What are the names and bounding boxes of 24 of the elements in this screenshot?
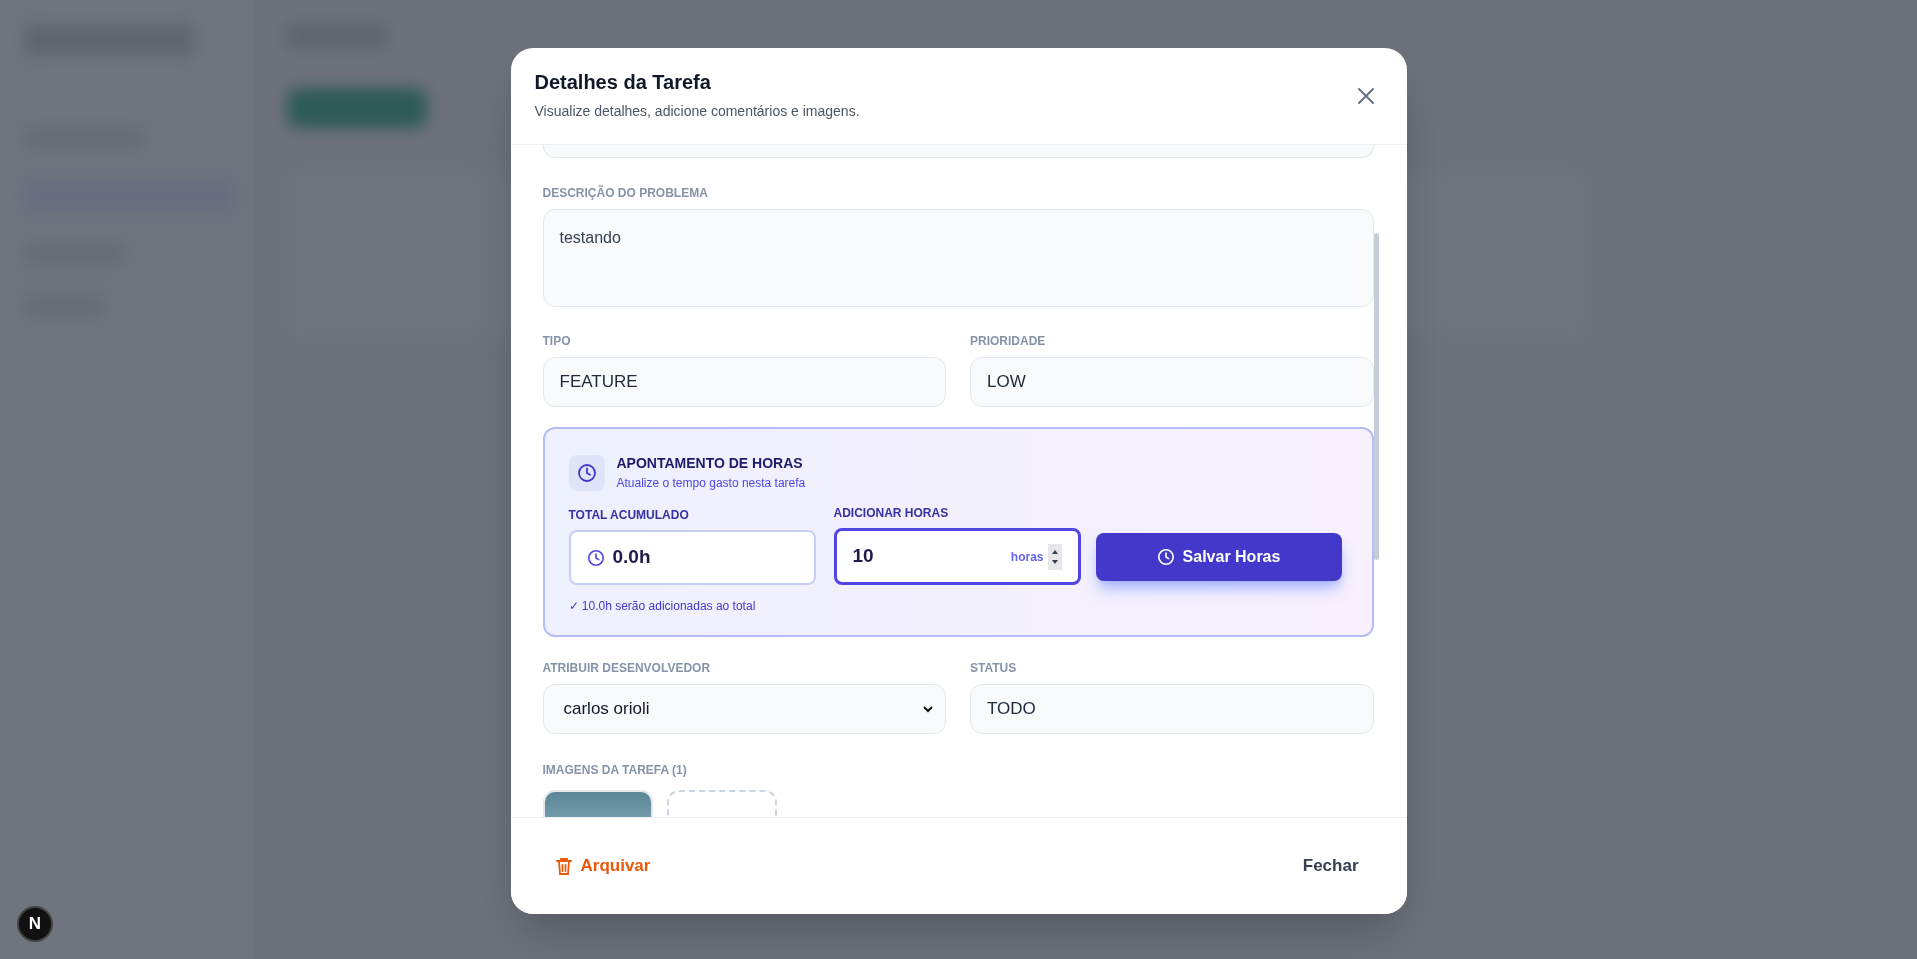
archive-button[interactable]: Arquivar <box>550 845 655 887</box>
section-subtitle: Atualize o tempo gasto nesta tarefa <box>616 475 806 492</box>
section-title: APONTAMENTO DE HORAS <box>616 454 804 473</box>
developer-select[interactable]: carlos orioli <box>542 684 946 734</box>
field-label: PRIORIDADE <box>970 333 1047 350</box>
field-label: TOTAL ACUMULADO <box>568 507 690 524</box>
save-hours-button[interactable]: Salvar Horas <box>1095 533 1342 581</box>
input-field[interactable]: LOW <box>970 357 1374 407</box>
field-label: STATUS <box>970 660 1018 677</box>
input-field[interactable]: TODO <box>970 684 1374 734</box>
field-label: TIPO <box>542 333 572 350</box>
section-label: IMAGENS DA TAREFA (1) <box>542 762 688 779</box>
hours-input[interactable]: 10 horas <box>833 528 1081 585</box>
description-textarea[interactable]: testando <box>542 209 1374 307</box>
field-label: ATRIBUIR DESENVOLVEDOR <box>542 660 712 677</box>
field-label: ADICIONAR HORAS <box>833 505 950 522</box>
close-button[interactable]: Fechar <box>1294 845 1367 887</box>
dialog-subtitle: Visualize detalhes, adicione comentários e imagens. <box>534 101 860 121</box>
unit-label: horas <box>1010 548 1044 566</box>
dialog-title: Detalhes da Tarefa <box>534 69 712 95</box>
field-label: DESCRIÇÃO DO PROBLEMA <box>542 184 709 202</box>
total-hours-field: 0.0h <box>568 530 816 585</box>
hint-text: ✓ 10.0h serão adicionadas ao total <box>568 598 757 615</box>
input-field[interactable]: FEATURE <box>542 357 946 407</box>
